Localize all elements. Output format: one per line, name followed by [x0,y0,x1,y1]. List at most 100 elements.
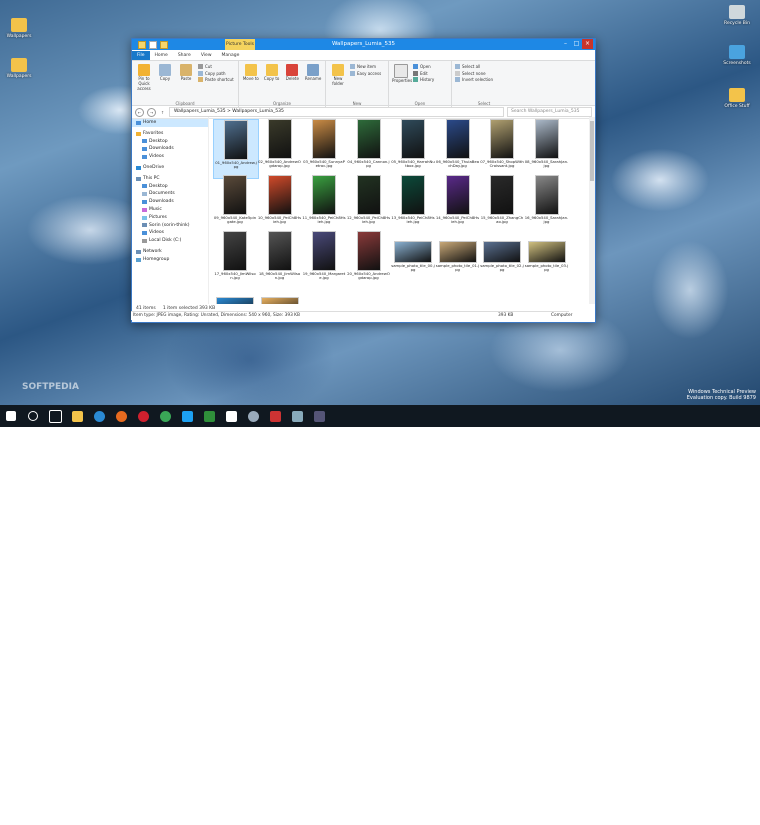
copy-button[interactable]: Copy [156,63,174,82]
file-thumbnail[interactable]: sample_photo_tile_01.jpg [436,231,480,289]
file-thumbnail[interactable]: sample_photo_tile_05.jpg [258,287,302,304]
copy-path-button[interactable]: Copy path [198,70,234,76]
nav-item[interactable]: Downloads [132,145,208,153]
nav-item[interactable]: Pictures [132,214,208,222]
invert-selection-button[interactable]: Invert selection [455,77,493,82]
desktop-icon-recycle-bin[interactable]: Recycle Bin [720,5,754,26]
pin-button[interactable]: Pin to Quick access [135,63,153,91]
file-thumbnail[interactable]: 12_960x540_PeiCh8Hsieh.jpg [347,175,391,233]
edit-button[interactable]: Edit [413,70,434,76]
back-button[interactable]: ← [135,107,144,117]
maximize-button[interactable]: □ [571,39,582,49]
nav-item[interactable]: Music [132,206,208,214]
desktop-icon-office-stuff[interactable]: Office Stuff [720,88,754,109]
file-thumbnail[interactable]: 03_960x540_SunnyaPetroc.jpg [302,119,346,177]
new-item-button[interactable]: New item [350,64,381,69]
scrollbar-thumb[interactable] [590,121,594,181]
nav-item[interactable]: Downloads [132,198,208,206]
tab-home[interactable]: Home [150,51,173,60]
firefox-taskbar-button[interactable] [110,405,132,427]
nav-item[interactable]: Desktop [132,183,208,191]
app-taskbar-button[interactable] [242,405,264,427]
paste-shortcut-button[interactable]: Paste shortcut [198,77,234,82]
cut-button[interactable]: Cut [198,64,234,69]
title-bar[interactable]: Picture Tools Wallpapers_Lumia_535 – □ × [132,39,595,50]
app4-taskbar-button[interactable] [308,405,330,427]
file-thumbnail[interactable]: 08_960x540_SarahJan.jpg [525,119,569,177]
delete-button[interactable]: Delete [284,63,302,82]
minimize-button[interactable]: – [560,39,571,49]
desktop-icon-screenshots[interactable]: Screenshots [720,45,754,66]
vertical-scrollbar[interactable] [589,117,595,304]
nav-item[interactable]: This PC [132,175,208,183]
nav-item[interactable]: Network [132,248,208,256]
tab-view[interactable]: View [196,51,217,60]
new-folder-button[interactable]: New folder [329,63,347,87]
up-button[interactable]: ↑ [159,109,166,116]
nav-item[interactable]: Documents [132,190,208,198]
select-all-button[interactable]: Select all [455,64,493,69]
search-taskbar-button[interactable] [22,405,44,427]
file-thumbnail[interactable]: 20_960x540_AndrewOgdarop.jpg [347,231,391,289]
file-thumbnail[interactable]: sample_photo_tile_02.jpg [480,231,524,289]
app3-taskbar-button[interactable] [286,405,308,427]
rename-button[interactable]: Rename [304,63,322,82]
nav-item[interactable]: Videos [132,153,208,161]
file-thumbnail[interactable]: 11_960x540_PeiCh8Hsieh.jpg [302,175,346,233]
copy-to-button[interactable]: Copy to [263,63,281,82]
nav-item[interactable]: Local Disk (C:) [132,237,208,245]
file-thumbnail[interactable]: 04_960x540_Cannon.jpg [347,119,391,177]
paste-button[interactable]: Paste [177,63,195,82]
easy-access-button[interactable]: Easy access [350,70,381,76]
address-bar[interactable]: Wallpapers_Lumia_535 > Wallpapers_Lumia_… [169,107,504,117]
file-thumbnail[interactable]: 06_960x540_ThulaBeachDay.jpg [436,119,480,177]
tab-file[interactable]: File [132,51,150,60]
file-thumbnail[interactable]: 07_960x540_ShopWithCroissant.jpg [480,119,524,177]
ie-taskbar-button[interactable] [88,405,110,427]
desktop-icon-wallpapers-2[interactable]: Wallpapers [2,58,36,79]
file-thumbnail[interactable]: 15_960x540_ZhangChao.jpg [480,175,524,233]
search-input[interactable]: Search Wallpapers_Lumia_535 [507,107,592,117]
nav-item[interactable]: Home [132,119,208,127]
history-button[interactable]: History [413,77,434,82]
open-button[interactable]: Open [413,64,434,69]
file-thumbnail[interactable]: 05_960x540_HarrahNutbox.jpg [391,119,435,177]
file-explorer-taskbar-button[interactable] [66,405,88,427]
select-none-button[interactable]: Select none [455,70,493,76]
file-thumbnail[interactable]: sample_photo_tile_04.jpg [213,287,257,304]
store-taskbar-button[interactable] [198,405,220,427]
nav-item[interactable]: Videos [132,229,208,237]
app2-taskbar-button[interactable] [264,405,286,427]
tab-share[interactable]: Share [173,51,196,60]
file-thumbnail[interactable]: 02_960x540_AndrewOgdarop.jpg [258,119,302,177]
file-thumbnail[interactable]: sample_photo_tile_00.jpg [391,231,435,289]
nav-item[interactable]: Desktop [132,138,208,146]
file-thumbnail[interactable]: 18_960x540_JimWilson.jpg [258,231,302,289]
nav-item[interactable]: Favorites [132,130,208,138]
file-thumbnail[interactable]: 17_960x540_JimWilson.jpg [213,231,257,289]
opera-taskbar-button[interactable] [132,405,154,427]
file-thumbnail[interactable]: 14_960x540_PeiCh8Hsieh.jpg [436,175,480,233]
nav-item[interactable]: Sorin (sorin-think) [132,222,208,230]
file-thumbnail[interactable]: 10_960x540_PeiCh8Hsieh.jpg [258,175,302,233]
nav-item[interactable]: OneDrive [132,164,208,172]
tab-manage[interactable]: Manage [217,51,245,60]
task-view-button[interactable] [44,405,66,427]
system-clock[interactable]: 12:28 PM 24-Nov-14 [733,813,756,825]
file-thumbnail[interactable]: 01_960x540_Andrew.jpg [213,119,259,179]
file-thumbnail[interactable]: 19_960x540_Margarete.jpg [302,231,346,289]
file-thumbnail[interactable]: sample_photo_tile_03.jpg [525,231,569,289]
start-button[interactable] [0,405,22,427]
calendar-taskbar-button[interactable] [220,405,242,427]
properties-button[interactable]: Properties [392,63,412,84]
nav-item[interactable]: Homegroup [132,256,208,264]
file-thumbnail[interactable]: 16_960x540_SarahJan.jpg [525,175,569,233]
desktop-icon-wallpapers-1[interactable]: Wallpapers [2,18,36,39]
chrome-taskbar-button[interactable] [154,405,176,427]
twitter-taskbar-button[interactable] [176,405,198,427]
file-thumbnail[interactable]: 09_960x540_Kate5pingate.jpg [213,175,257,233]
move-to-button[interactable]: Move to [242,63,260,82]
forward-button[interactable]: → [147,107,156,117]
close-button[interactable]: × [582,39,593,49]
file-thumbnail[interactable]: 13_960x540_PeiCh8Hsieh.jpg [391,175,435,233]
